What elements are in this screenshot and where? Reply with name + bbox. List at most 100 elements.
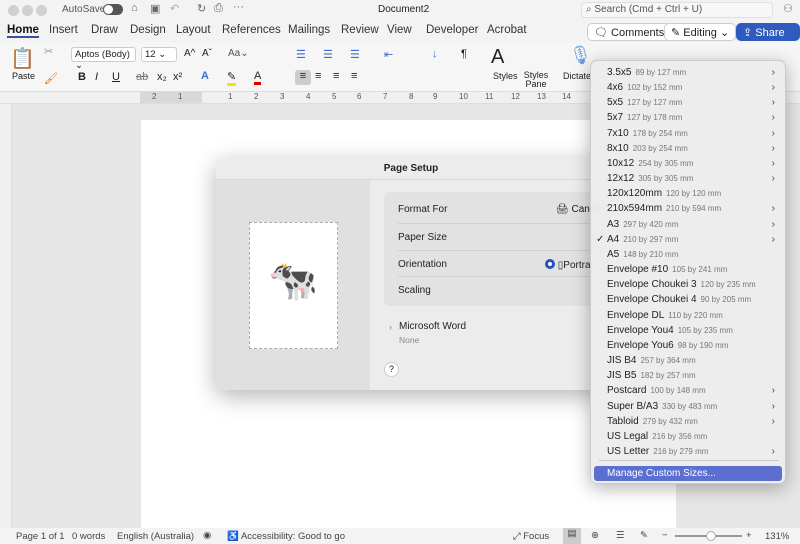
tab-view[interactable]: View xyxy=(387,24,412,36)
paper-size-item[interactable]: Envelope #10 105 by 241 mm xyxy=(591,262,787,277)
text-effects-icon[interactable]: A xyxy=(201,70,209,82)
tab-home[interactable]: Home xyxy=(7,24,39,38)
page-count[interactable]: Page 1 of 1 xyxy=(16,531,65,542)
paper-size-item[interactable]: 7x10 178 by 254 mm › xyxy=(591,126,787,141)
save-icon[interactable]: ▣ xyxy=(150,2,160,15)
microsoft-word-section[interactable]: Microsoft Word xyxy=(399,321,466,332)
paste-icon[interactable]: 📋 xyxy=(10,46,35,71)
multilevel-list-icon[interactable]: ☰ xyxy=(350,48,360,61)
orientation-portrait-radio[interactable]: ▯Portrait xyxy=(545,259,596,271)
draft-icon[interactable]: ✎ xyxy=(640,530,648,541)
paper-size-item[interactable]: 12x12 305 by 305 mm › xyxy=(591,171,787,186)
dictate-label[interactable]: Dictate xyxy=(563,71,591,81)
sort-icon[interactable]: ↓ xyxy=(432,48,438,60)
subscript-icon[interactable]: x₂ xyxy=(157,71,167,83)
paper-size-item[interactable]: JIS B5 182 by 257 mm xyxy=(591,368,787,383)
paper-size-item[interactable]: US Legal 216 by 356 mm xyxy=(591,429,787,444)
paper-size-item[interactable]: 3.5x5 89 by 127 mm › xyxy=(591,65,787,80)
highlight-icon[interactable]: ✎ xyxy=(227,70,237,86)
align-right-icon[interactable]: ≡ xyxy=(333,70,339,82)
print-icon[interactable]: ⎙ xyxy=(214,2,223,15)
paper-size-item[interactable]: 5x5 127 by 127 mm › xyxy=(591,95,787,110)
strikethrough-icon[interactable]: ab xyxy=(136,71,148,83)
tab-mailings[interactable]: Mailings xyxy=(288,24,330,36)
zoom-window-button[interactable] xyxy=(36,5,47,16)
zoom-out-button[interactable]: − xyxy=(662,530,668,541)
paper-size-item[interactable]: A3 297 by 420 mm › xyxy=(591,217,787,232)
paper-size-item[interactable]: ✓ A4 210 by 297 mm › xyxy=(591,232,787,247)
font-name-select[interactable]: Aptos (Body) ⌄ xyxy=(71,47,136,71)
justify-icon[interactable]: ≡ xyxy=(351,70,357,82)
pilcrow-icon[interactable]: ¶ xyxy=(461,48,467,60)
microphone-icon[interactable]: 🎙 xyxy=(569,45,592,66)
format-painter-icon[interactable]: 🖌 xyxy=(44,72,58,85)
tab-insert[interactable]: Insert xyxy=(49,24,78,36)
cut-icon[interactable]: ✂ xyxy=(44,45,53,58)
comments-button[interactable]: 🗨 Comments xyxy=(587,23,672,41)
change-case-icon[interactable]: Aa⌄ xyxy=(228,48,249,59)
styles-icon[interactable]: A xyxy=(491,46,504,69)
redo-icon[interactable]: ↻ xyxy=(197,2,206,15)
zoom-in-button[interactable]: + xyxy=(746,530,752,541)
styles-label[interactable]: Styles xyxy=(493,71,518,81)
paper-size-item[interactable]: JIS B4 257 by 364 mm xyxy=(591,353,787,368)
zoom-slider-thumb[interactable] xyxy=(706,531,716,541)
tab-draw[interactable]: Draw xyxy=(91,24,118,36)
undo-icon[interactable]: ↶ xyxy=(170,2,179,15)
paper-size-item[interactable]: Tabloid 279 by 432 mm › xyxy=(591,414,787,429)
tab-review[interactable]: Review xyxy=(341,24,379,36)
zoom-level[interactable]: 131% xyxy=(765,531,789,542)
tab-references[interactable]: References xyxy=(222,24,281,36)
tab-layout[interactable]: Layout xyxy=(176,24,211,36)
grow-font-icon[interactable]: A^ xyxy=(184,48,195,59)
paper-size-item[interactable]: A5 148 by 210 mm xyxy=(591,247,787,262)
word-count[interactable]: 0 words xyxy=(72,531,105,542)
paper-size-item[interactable]: 8x10 203 by 254 mm › xyxy=(591,141,787,156)
shrink-font-icon[interactable]: Aˇ xyxy=(202,48,212,59)
language[interactable]: English (Australia) xyxy=(117,531,194,542)
close-window-button[interactable] xyxy=(8,5,19,16)
paper-size-item[interactable]: 10x12 254 by 305 mm › xyxy=(591,156,787,171)
paper-size-item[interactable]: 4x6 102 by 152 mm › xyxy=(591,80,787,95)
bold-icon[interactable]: B xyxy=(78,71,86,83)
font-color-icon[interactable]: A xyxy=(254,70,262,85)
tab-developer[interactable]: Developer xyxy=(426,24,478,36)
paper-size-item[interactable]: Envelope You6 98 by 190 mm xyxy=(591,338,787,353)
paper-size-item[interactable]: Envelope Choukei 3 120 by 235 mm xyxy=(591,277,787,292)
minimize-window-button[interactable] xyxy=(22,5,33,16)
tab-design[interactable]: Design xyxy=(130,24,166,36)
paper-size-item[interactable]: Super B/A3 330 by 483 mm › xyxy=(591,399,787,414)
editing-button[interactable]: ✎ Editing ⌄ xyxy=(664,23,737,41)
web-layout-icon[interactable]: ⊕ xyxy=(591,530,599,541)
print-layout-icon[interactable]: ▤ xyxy=(563,528,581,544)
paper-size-item[interactable]: Envelope DL 110 by 220 mm xyxy=(591,308,787,323)
paper-size-item[interactable]: Envelope Choukei 4 90 by 205 mm xyxy=(591,292,787,307)
paper-size-item[interactable]: US Letter 216 by 279 mm › xyxy=(591,444,787,459)
manage-custom-sizes-item[interactable]: Manage Custom Sizes... xyxy=(594,466,782,481)
paper-size-item[interactable]: Postcard 100 by 148 mm › xyxy=(591,383,787,398)
bullets-icon[interactable]: ☰ xyxy=(296,48,306,61)
numbering-icon[interactable]: ☰ xyxy=(323,48,333,61)
search-input[interactable]: ⌕ Search (Cmd + Ctrl + U) xyxy=(581,2,773,18)
align-center-icon[interactable]: ≡ xyxy=(315,70,321,82)
focus-button[interactable]: ⤢ Focus xyxy=(513,531,549,542)
disclosure-chevron-icon[interactable]: › xyxy=(389,322,392,332)
vertical-ruler[interactable] xyxy=(0,104,12,528)
paper-size-item[interactable]: 210x594mm 210 by 594 mm › xyxy=(591,201,787,216)
paper-size-item[interactable]: 5x7 127 by 178 mm › xyxy=(591,110,787,125)
accessibility-status[interactable]: ♿ Accessibility: Good to go xyxy=(227,531,345,542)
indent-icon[interactable]: ⇤ xyxy=(384,48,393,61)
home-icon[interactable]: ⌂ xyxy=(131,2,138,14)
autosave-toggle[interactable] xyxy=(103,4,123,15)
account-icon[interactable]: ⚇ xyxy=(783,2,793,15)
paste-label[interactable]: Paste xyxy=(12,71,35,81)
track-changes-icon[interactable]: ◉ xyxy=(203,530,211,541)
paper-size-item[interactable]: Envelope You4 105 by 235 mm xyxy=(591,323,787,338)
superscript-icon[interactable]: x² xyxy=(173,71,182,83)
help-button[interactable]: ? xyxy=(384,362,399,377)
align-left-icon[interactable]: ≡ xyxy=(295,70,311,85)
underline-icon[interactable]: U xyxy=(112,71,120,83)
styles-pane-label[interactable]: Styles Pane xyxy=(523,71,549,89)
outline-icon[interactable]: ☰ xyxy=(616,530,625,541)
share-button[interactable]: ⇪ Share ⌄ xyxy=(736,23,800,52)
